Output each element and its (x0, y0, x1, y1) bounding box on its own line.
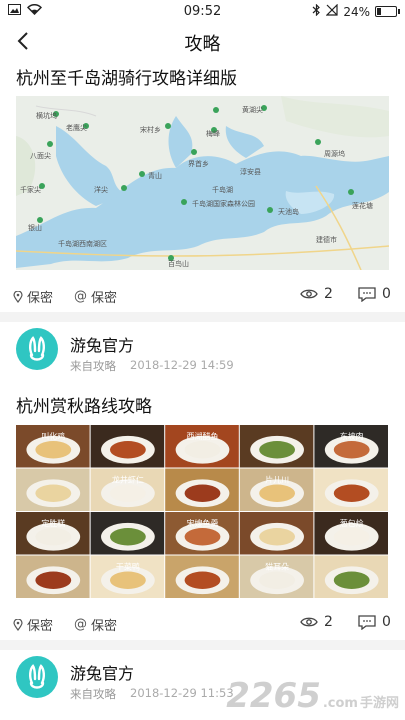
photo-caption: 龙井虾仁 (112, 475, 144, 485)
photo-caption: 东坡肉 (340, 431, 364, 441)
comment-icon (358, 286, 376, 302)
privacy-tag: 保密 (13, 615, 53, 634)
map-label: 八面尖 (30, 151, 51, 160)
map-label: 梅峰 (206, 129, 220, 138)
location-label: 保密 (91, 619, 118, 634)
nav-bar: 攻略 (0, 22, 405, 60)
comments-count[interactable]: 0 (358, 614, 391, 630)
food-photo (90, 425, 165, 468)
rabbit-logo-icon (29, 664, 45, 689)
map-label: 洋尖 (94, 185, 108, 194)
food-photo (314, 555, 388, 598)
status-bar: 09:52 24% (0, 0, 405, 22)
section-divider (0, 312, 405, 322)
section-divider (0, 640, 405, 650)
battery-icon (375, 6, 400, 17)
location-label: 保密 (91, 291, 118, 306)
battery-percent: 24% (343, 4, 370, 19)
source-label: 来自攻略 (70, 359, 116, 373)
author-row[interactable]: 游兔官方 来自攻略 2018-12-29 14:59 (0, 322, 405, 382)
map-label: 周源坞 (324, 149, 345, 158)
map-label: 千岛湖国家森林公园 (192, 199, 255, 208)
photo-caption: 干菜鸭 (116, 562, 140, 572)
map-label: 千岛湖西南湖区 (58, 239, 107, 248)
author-name: 游兔官方 (70, 336, 135, 355)
food-photo (16, 555, 90, 598)
eye-icon (300, 617, 318, 627)
bluetooth-icon (312, 3, 321, 19)
photo-caption: 片儿川 (265, 475, 289, 485)
photo-caption: 西湖醋鱼 (187, 431, 219, 441)
post-title[interactable]: 杭州至千岛湖骑行攻略详细版 (16, 64, 237, 89)
eye-icon (300, 289, 318, 299)
avatar[interactable] (16, 656, 58, 698)
location-tag: @ 保密 (74, 615, 117, 634)
map-label: 横坑坞 (36, 111, 57, 120)
post-map-image[interactable]: 横坑坞 老鹰尖 八面尖 千家尖 银山 洋尖 宋村乡 青山 界首乡 千岛湖国家森林… (16, 96, 389, 270)
food-photo (239, 425, 314, 468)
page-title: 攻略 (184, 34, 221, 55)
at-icon: @ (74, 617, 87, 632)
map-label: 老鹰尖 (66, 123, 87, 132)
author-name: 游兔官方 (70, 664, 135, 683)
photo-caption: 叫化鸡 (41, 431, 65, 441)
photo-caption: 定胜糕 (41, 518, 65, 528)
views-count: 2 (300, 286, 333, 302)
watermark-main: 2265 (226, 676, 321, 716)
avatar[interactable] (16, 328, 58, 370)
comment-icon (358, 614, 376, 630)
map-label: 千岛湖 (212, 185, 233, 194)
map-label: 千家尖 (20, 185, 41, 194)
rabbit-logo-icon (29, 336, 45, 361)
signal-muted-icon (325, 3, 338, 19)
views-value: 2 (324, 614, 333, 630)
views-value: 2 (324, 286, 333, 302)
location-pin-icon (13, 618, 23, 631)
food-photo (239, 512, 314, 555)
source-label: 来自攻略 (70, 687, 116, 701)
post-meta-row: 保密 @ 保密 2 0 (0, 284, 405, 308)
map-label: 界首乡 (188, 159, 209, 168)
map-label: 宋村乡 (140, 125, 161, 134)
map-label: 青山 (148, 171, 162, 180)
site-watermark: 2265 .com 手游网 (226, 676, 399, 716)
comments-value: 0 (382, 614, 391, 630)
post-title[interactable]: 杭州赏秋路线攻略 (16, 392, 152, 417)
photo-caption: 宋嫂鱼羹 (187, 518, 219, 528)
map-label: 天池岛 (278, 207, 299, 216)
views-count: 2 (300, 614, 333, 630)
photo-caption: 猫耳朵 (265, 562, 289, 572)
location-tag: @ 保密 (74, 287, 117, 306)
map-label: 莲花塘 (352, 201, 373, 210)
map-label: 建德市 (316, 235, 337, 244)
watermark-tag: 手游网 (359, 696, 399, 711)
location-pin-icon (13, 290, 23, 303)
watermark-sub: .com (322, 696, 358, 711)
privacy-tag: 保密 (13, 287, 53, 306)
food-photo (165, 468, 239, 511)
post-date: 2018-12-29 11:53 (130, 686, 234, 700)
comments-count[interactable]: 0 (358, 286, 391, 302)
comments-value: 0 (382, 286, 391, 302)
food-photo (165, 555, 239, 598)
at-icon: @ (74, 289, 87, 304)
map-label: 银山 (28, 223, 42, 232)
food-photo (16, 468, 90, 511)
post-photo-grid[interactable]: 叫化鸡 西湖醋鱼 东坡肉龙井虾仁 片儿川定胜糕 宋嫂鱼羹 葱包烩干菜鸭 猫耳朵 (16, 425, 389, 599)
privacy-label: 保密 (27, 619, 54, 634)
food-photo (314, 468, 388, 511)
privacy-label: 保密 (27, 291, 54, 306)
map-label: 淳安县 (240, 167, 261, 176)
map-label: 黄湖尖 (242, 105, 263, 114)
post-meta-row: 保密 @ 保密 2 0 (0, 612, 405, 636)
photo-caption: 葱包烩 (340, 518, 364, 528)
post-date: 2018-12-29 14:59 (130, 358, 234, 372)
map-label: 百鸟山 (168, 259, 189, 268)
food-photo (90, 512, 165, 555)
